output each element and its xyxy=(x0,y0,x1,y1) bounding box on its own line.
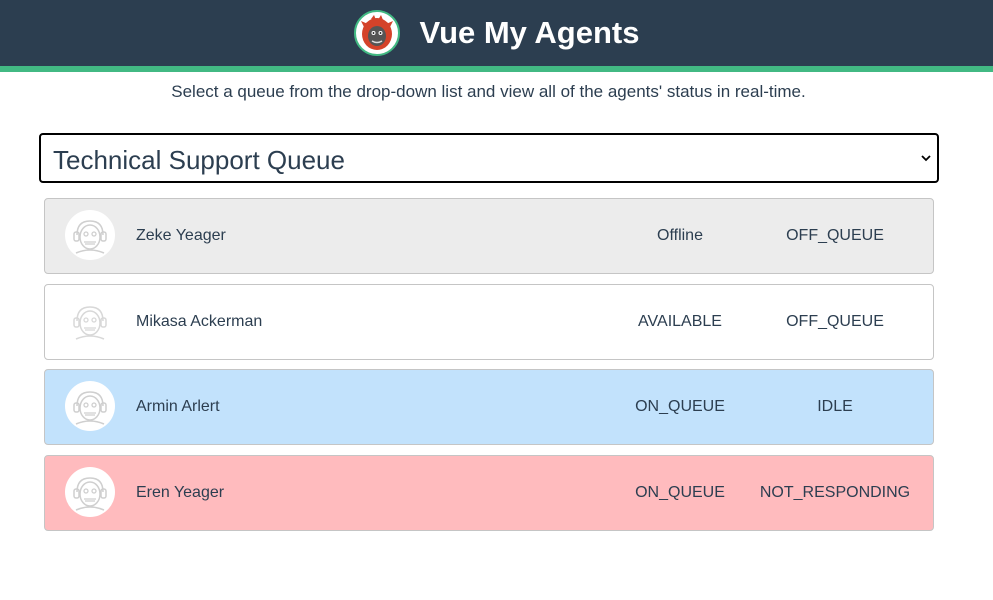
agent-routing-status: OFF_QUEUE xyxy=(786,313,884,330)
agent-avatar-icon xyxy=(65,210,115,260)
orangutan-logo-icon xyxy=(353,10,400,56)
agent-row[interactable]: Armin Arlert ON_QUEUE IDLE xyxy=(44,369,934,445)
header-inner: Vue My Agents xyxy=(0,0,993,66)
agent-routing-status: OFF_QUEUE xyxy=(786,227,884,244)
app-title: Vue My Agents xyxy=(419,15,640,50)
agent-name: Zeke Yeager xyxy=(136,227,226,244)
agent-name: Eren Yeager xyxy=(136,484,225,501)
agent-avatar-icon xyxy=(65,296,115,346)
agent-avatar-icon xyxy=(65,381,115,431)
queue-select[interactable]: Technical Support Queue xyxy=(39,133,939,183)
agent-presence-status: ON_QUEUE xyxy=(635,398,725,415)
agent-row[interactable]: Eren Yeager ON_QUEUE NOT_RESPONDING xyxy=(44,455,934,531)
page-instructions: Select a queue from the drop-down list a… xyxy=(171,82,806,101)
chevron-down-icon xyxy=(921,155,931,162)
agent-name: Armin Arlert xyxy=(136,398,220,415)
queue-select-value: Technical Support Queue xyxy=(53,145,345,175)
agent-presence-status: Offline xyxy=(657,227,703,244)
agent-name: Mikasa Ackerman xyxy=(136,313,263,330)
agent-routing-status: IDLE xyxy=(817,398,853,415)
agent-presence-status: AVAILABLE xyxy=(638,313,722,330)
agent-avatar-icon xyxy=(65,467,115,517)
agent-row[interactable]: Zeke Yeager Offline OFF_QUEUE xyxy=(44,198,934,274)
agent-presence-status: ON_QUEUE xyxy=(635,484,725,501)
agent-row[interactable]: Mikasa Ackerman AVAILABLE OFF_QUEUE xyxy=(44,284,934,360)
app-header: Vue My Agents xyxy=(0,0,993,72)
agent-routing-status: NOT_RESPONDING xyxy=(759,484,911,501)
